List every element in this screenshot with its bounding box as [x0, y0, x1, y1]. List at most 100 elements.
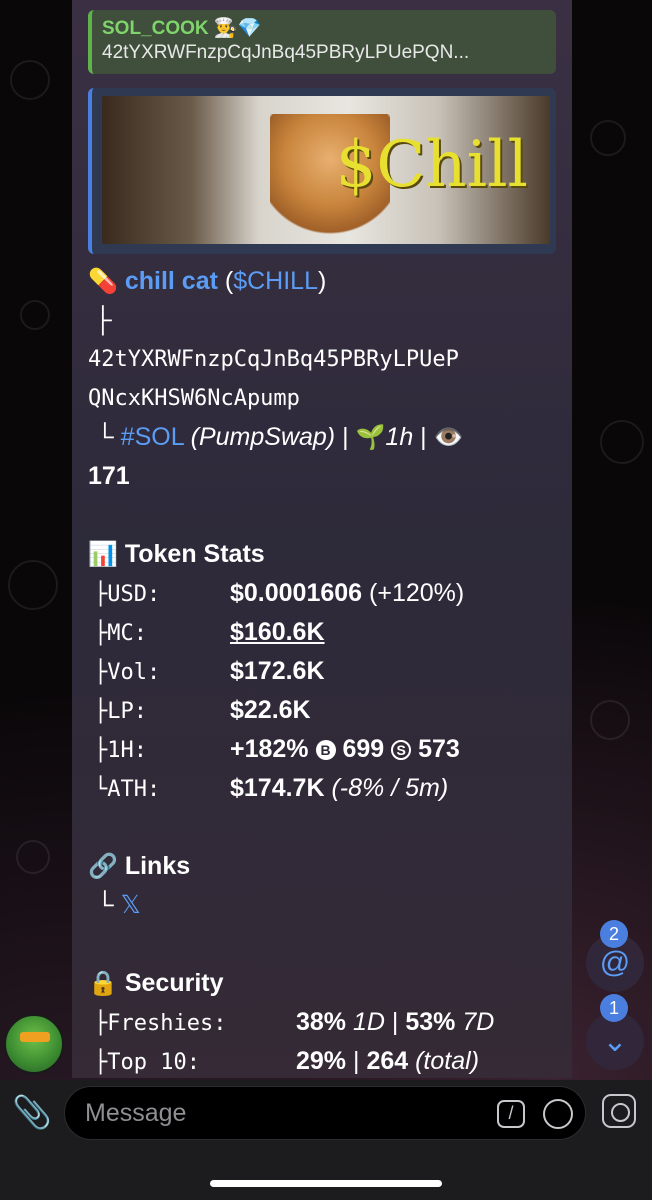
views-count: 171: [88, 462, 130, 490]
buys-count: 699: [342, 735, 385, 763]
reply-text: 42tYXRWFnzpCqJnBq45PBRyLPUePQN...: [102, 42, 470, 63]
total-label: (total): [415, 1047, 480, 1075]
tree-branch: ├: [94, 306, 112, 334]
token-age: 1h: [385, 423, 414, 451]
freshies-1d-value: 38%: [296, 1008, 347, 1036]
message-placeholder: Message: [85, 1099, 187, 1127]
reply-sender-name: SOL_COOK 👨‍🍳💎: [102, 18, 262, 39]
at-icon: @: [599, 946, 631, 979]
top10-row: ├Top 10: 29% | 264 (total): [88, 1042, 558, 1078]
chain-hashtag[interactable]: #SOL: [121, 423, 184, 451]
token-address-line1[interactable]: 42tYXRWFnzpCqJnBq45PBRyLPUeP: [88, 340, 558, 379]
stat-label: USD:: [107, 582, 161, 607]
tree-end: └: [96, 423, 114, 451]
preview-image-text: $Chill: [335, 128, 528, 202]
stat-label: Vol:: [107, 660, 161, 685]
separator: |: [346, 1047, 367, 1075]
tree-branch: ├: [94, 582, 108, 607]
paren-close: ): [317, 267, 327, 295]
pill-icon: 💊: [88, 268, 118, 295]
link-preview[interactable]: $Chill: [88, 88, 556, 254]
stat-row-1h: ├1H: +182% B 699 S 573: [88, 730, 558, 769]
tree-branch: ├: [94, 738, 108, 763]
freshies-row: ├Freshies: 38% 1D | 53% 7D: [88, 1003, 558, 1042]
sells-count: 573: [418, 735, 460, 763]
x-link-icon[interactable]: 𝕏: [121, 891, 141, 919]
tree-branch: ├: [94, 621, 108, 646]
eye-icon: 👁️: [433, 424, 464, 451]
links-heading-row: 🔗 Links: [88, 847, 558, 886]
tree-branch: ├: [94, 660, 108, 685]
separator: |: [335, 423, 356, 451]
security-heading: Security: [124, 969, 224, 997]
links-heading: Links: [124, 852, 191, 880]
freshies-label: Freshies:: [107, 1011, 227, 1036]
commands-icon[interactable]: /: [497, 1100, 525, 1128]
top10-label: Top 10:: [107, 1050, 200, 1075]
link-icon: 🔗: [88, 853, 118, 880]
dex-name: (PumpSwap): [190, 423, 336, 451]
tree-end: └: [94, 777, 108, 802]
tree-end: └: [96, 891, 114, 919]
stats-heading: Token Stats: [124, 540, 265, 568]
top10-percent: 29%: [296, 1047, 347, 1075]
stat-label: MC:: [107, 621, 147, 646]
freshies-7d-value: 53%: [405, 1008, 456, 1036]
stat-label: LP:: [107, 699, 147, 724]
tree-branch: ├: [94, 699, 108, 724]
holder-count: 264: [366, 1047, 409, 1075]
ticker-link[interactable]: $CHILL: [233, 267, 318, 295]
stat-row-mc: ├MC: $160.6K: [88, 613, 558, 652]
market-cap-link[interactable]: $160.6K: [230, 618, 325, 646]
message-input-bar: 📎 Message /: [0, 1080, 652, 1200]
preview-image[interactable]: $Chill: [102, 96, 550, 244]
stat-value: $22.6K: [230, 696, 311, 724]
period-label: 1D: [353, 1008, 385, 1036]
reply-quote[interactable]: SOL_COOK 👨‍🍳💎 42tYXRWFnzpCqJnBq45PBRyLPU…: [88, 10, 556, 74]
ath-change: (-8% / 5m): [331, 774, 449, 802]
token-address-line2[interactable]: QNcxKHSW6NcApump: [88, 379, 558, 418]
stat-label: 1H:: [107, 738, 147, 763]
stat-row-usd: ├USD: $0.0001606 (+120%): [88, 574, 558, 613]
separator: |: [384, 1008, 406, 1036]
seedling-icon: 🌱: [355, 424, 386, 451]
home-indicator: [210, 1180, 442, 1187]
stat-value: $172.6K: [230, 657, 325, 685]
stat-value: +182%: [230, 735, 309, 763]
stat-value: $0.0001606: [230, 579, 363, 607]
sender-avatar[interactable]: [4, 1014, 64, 1074]
stat-row-vol: ├Vol: $172.6K: [88, 652, 558, 691]
unread-count-badge: 1: [600, 994, 628, 1022]
lock-icon: 🔒: [88, 970, 118, 997]
sells-icon: S: [391, 740, 412, 760]
sticker-icon[interactable]: [543, 1099, 573, 1129]
stat-row-lp: ├LP: $22.6K: [88, 691, 558, 730]
links-row: └ 𝕏: [88, 886, 558, 925]
message-text: 💊 chill cat ($CHILL) ├ 42tYXRWFnzpCqJnBq…: [88, 262, 558, 1078]
stat-value: $174.7K: [230, 774, 325, 802]
stat-row-ath: └ATH: $174.7K (-8% / 5m): [88, 769, 558, 808]
attach-icon[interactable]: 📎: [12, 1092, 52, 1132]
message-bubble[interactable]: SOL_COOK 👨‍🍳💎 42tYXRWFnzpCqJnBq45PBRyLPU…: [72, 0, 572, 1078]
security-heading-row: 🔒 Security: [88, 964, 558, 1003]
avatar-glasses: [20, 1032, 50, 1042]
stat-change: (+120%): [362, 579, 465, 607]
tree-branch: ├: [94, 1050, 108, 1075]
mentions-count-badge: 2: [600, 920, 628, 948]
separator: |: [413, 423, 434, 451]
message-input[interactable]: Message /: [64, 1086, 586, 1140]
tree-top-row: ├: [88, 301, 558, 340]
camera-icon[interactable]: [602, 1094, 636, 1128]
buys-icon: B: [315, 740, 336, 760]
chain-row: └ #SOL (PumpSwap) | 🌱1h | 👁️: [88, 418, 558, 457]
tree-branch: ├: [94, 1011, 108, 1036]
chevron-down-icon: ⌄: [602, 1024, 628, 1058]
token-title-row: 💊 chill cat ($CHILL): [88, 262, 558, 301]
stat-label: ATH:: [107, 777, 161, 802]
token-name-link[interactable]: chill cat: [125, 267, 218, 295]
stats-heading-row: 📊 Token Stats: [88, 535, 558, 574]
chart-icon: 📊: [88, 541, 118, 568]
